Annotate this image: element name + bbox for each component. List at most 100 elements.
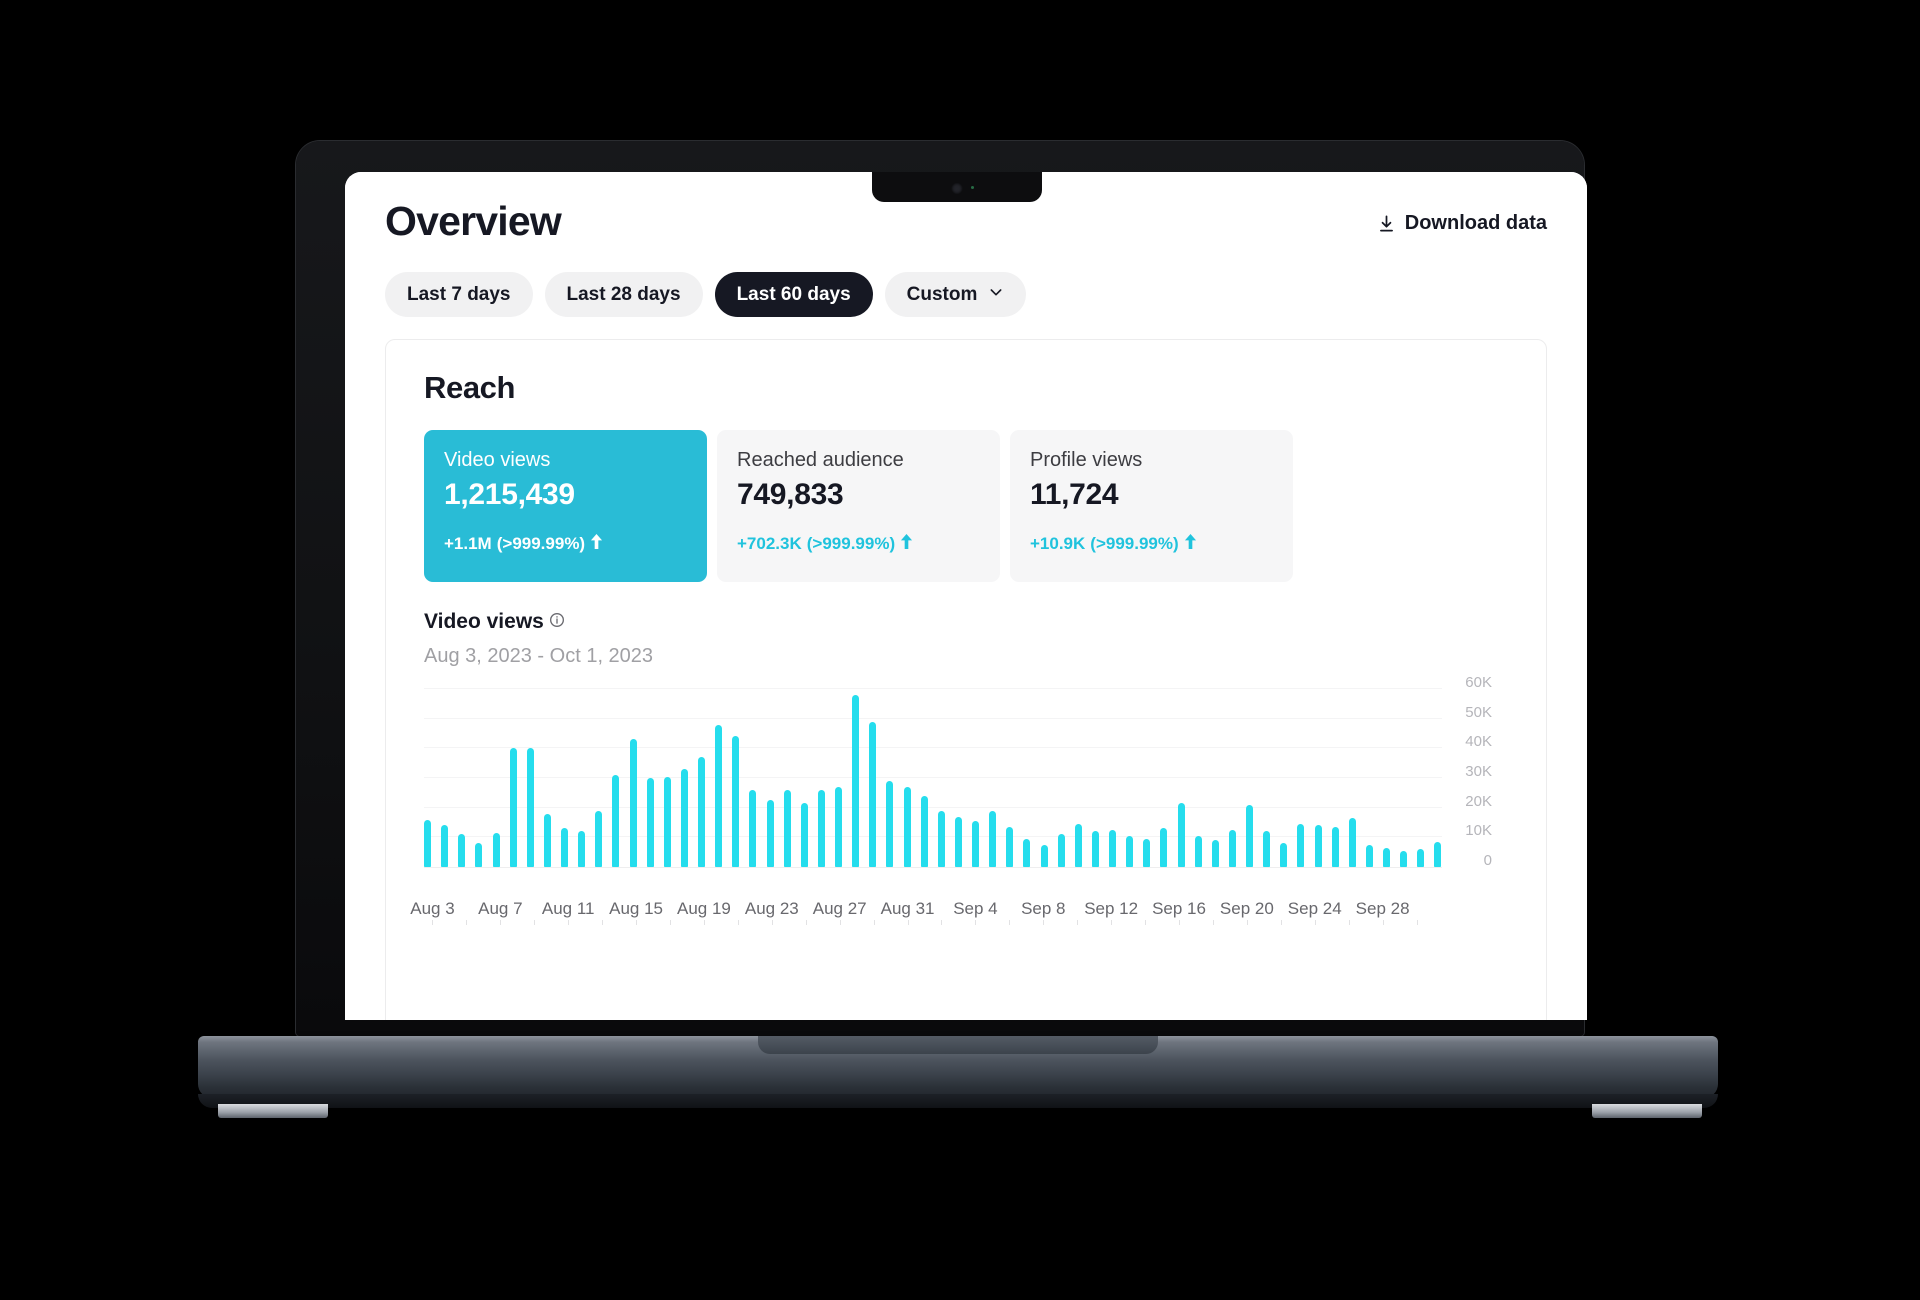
chart-bar[interactable] bbox=[526, 748, 534, 867]
metric-label: Video views bbox=[444, 449, 551, 471]
chart-bar[interactable] bbox=[1023, 838, 1031, 867]
chart-x-tickmark bbox=[1179, 920, 1181, 925]
filter-pill-last-60-days[interactable]: Last 60 days bbox=[714, 272, 873, 317]
filter-pill-custom[interactable]: Custom bbox=[884, 272, 1027, 317]
chart-bar[interactable] bbox=[1040, 844, 1048, 867]
chart-x-axis: Aug 3 Aug 7 Aug 11 Aug 15 Aug 19 Aug 23 Aug 27… bbox=[410, 899, 1508, 925]
download-data-button[interactable]: Download data bbox=[1377, 212, 1547, 235]
chart-bar[interactable] bbox=[903, 786, 911, 867]
chart-x-tickmark bbox=[1280, 920, 1282, 925]
chart-bar[interactable] bbox=[1331, 826, 1339, 867]
chart-plot-area bbox=[424, 688, 1442, 868]
chart-bar[interactable] bbox=[1194, 835, 1202, 867]
chart-bar[interactable] bbox=[509, 748, 517, 867]
chart-bar[interactable] bbox=[441, 825, 449, 867]
chart-bar[interactable] bbox=[1297, 823, 1305, 867]
chart-bar[interactable] bbox=[1263, 831, 1271, 867]
chart-bar[interactable] bbox=[1417, 849, 1425, 867]
page-title: Overview bbox=[385, 198, 562, 244]
chart-bar[interactable] bbox=[749, 789, 757, 867]
chart-bars bbox=[424, 689, 1442, 867]
chart-x-tickmark bbox=[602, 920, 604, 925]
chart-bar[interactable] bbox=[1280, 843, 1288, 867]
filter-pill-label: Last 28 days bbox=[566, 283, 681, 305]
chart-x-tickmark bbox=[839, 920, 841, 925]
chart-bar[interactable] bbox=[612, 775, 620, 867]
info-icon[interactable] bbox=[549, 610, 565, 634]
chart-x-tickmark bbox=[907, 920, 909, 925]
chart-bar[interactable] bbox=[1211, 840, 1219, 867]
laptop-screen: Overview Download data Last 7 days Last bbox=[345, 172, 1587, 1020]
metric-cards: Video views 1,215,439 +1.1M (>999.99%) R… bbox=[424, 430, 1508, 582]
laptop-foot-right bbox=[1592, 1104, 1702, 1118]
chart-bar[interactable] bbox=[1434, 841, 1442, 867]
chart-bar[interactable] bbox=[886, 780, 894, 867]
chart-bar[interactable] bbox=[680, 769, 688, 867]
chart-bar[interactable] bbox=[629, 739, 637, 867]
chart-x-tickmark bbox=[432, 920, 434, 925]
chart-bar[interactable] bbox=[663, 776, 671, 867]
chart-bar[interactable] bbox=[561, 828, 568, 867]
metric-card-video-views[interactable]: Video views 1,215,439 +1.1M (>999.99%) bbox=[424, 430, 707, 582]
chart-bar[interactable] bbox=[783, 789, 791, 867]
date-range-filters: Last 7 days Last 28 days Last 60 days Cu… bbox=[385, 272, 1547, 317]
chart-bar[interactable] bbox=[766, 800, 774, 867]
chart-x-tickmark bbox=[1416, 920, 1418, 925]
chart-bar[interactable] bbox=[543, 813, 551, 867]
chart-bar[interactable] bbox=[817, 789, 825, 867]
chart-y-tick-label: 20K bbox=[1465, 792, 1492, 810]
chart-bar[interactable] bbox=[835, 786, 842, 867]
reach-panel: Reach Video views 1,215,439 +1.1M (>999.… bbox=[385, 339, 1547, 1020]
chart-bar[interactable] bbox=[1177, 803, 1185, 867]
chart-bar[interactable] bbox=[595, 810, 603, 867]
chart-bar[interactable] bbox=[698, 757, 705, 867]
chart-bar[interactable] bbox=[732, 736, 740, 867]
chart-bar[interactable] bbox=[475, 843, 483, 867]
metric-delta: +1.1M (>999.99%) bbox=[444, 533, 687, 554]
chart-y-tick-label: 40K bbox=[1465, 733, 1492, 751]
metric-delta-percent: (>999.99%) bbox=[1090, 533, 1179, 553]
chart-bar[interactable] bbox=[1126, 835, 1134, 867]
chart-bar[interactable] bbox=[424, 819, 431, 867]
metric-value: 749,833 bbox=[737, 478, 844, 511]
chart-y-axis: 0 10K 20K 30K 40K 50K 60K bbox=[1446, 675, 1508, 878]
chart-bar[interactable] bbox=[1314, 825, 1322, 867]
chart-bar[interactable] bbox=[1348, 818, 1356, 867]
video-views-chart: 0 10K 20K 30K 40K 50K 60K bbox=[424, 675, 1508, 890]
chart-bar[interactable] bbox=[1400, 850, 1408, 867]
chart-bar[interactable] bbox=[937, 810, 945, 867]
chart-bar[interactable] bbox=[1143, 838, 1151, 867]
screen-notch bbox=[872, 172, 1042, 202]
filter-pill-last-7-days[interactable]: Last 7 days bbox=[385, 272, 533, 317]
chart-bar[interactable] bbox=[800, 803, 808, 867]
chart-bar[interactable] bbox=[989, 810, 997, 867]
chart-bar[interactable] bbox=[1074, 823, 1082, 867]
chart-bar[interactable] bbox=[715, 724, 723, 867]
chart-bar[interactable] bbox=[1383, 847, 1390, 867]
chart-bar[interactable] bbox=[1160, 828, 1168, 867]
filter-pill-label: Custom bbox=[906, 283, 978, 305]
chart-bar[interactable] bbox=[458, 834, 466, 867]
metric-card-profile-views[interactable]: Profile views 11,724 +10.9K (>999.99%) bbox=[1010, 430, 1293, 582]
chart-bar[interactable] bbox=[1109, 829, 1116, 867]
chart-bar[interactable] bbox=[1057, 834, 1065, 867]
chart-bar[interactable] bbox=[954, 816, 962, 867]
filter-pill-last-28-days[interactable]: Last 28 days bbox=[544, 272, 703, 317]
chart-bar[interactable] bbox=[1246, 804, 1253, 867]
chart-bar[interactable] bbox=[1365, 844, 1373, 867]
metric-card-reached-audience[interactable]: Reached audience 749,833 +702.3K (>999.9… bbox=[717, 430, 1000, 582]
chart-x-tickmark bbox=[1145, 920, 1147, 925]
metric-label: Profile views bbox=[1030, 449, 1143, 471]
chart-bar[interactable] bbox=[1091, 831, 1099, 867]
chart-bar[interactable] bbox=[972, 821, 979, 867]
chart-x-tickmark bbox=[941, 920, 943, 925]
chart-bar[interactable] bbox=[920, 795, 928, 867]
chart-bar[interactable] bbox=[1228, 829, 1236, 867]
chart-bar[interactable] bbox=[1006, 826, 1014, 867]
chart-bar[interactable] bbox=[869, 721, 877, 867]
chart-bar[interactable] bbox=[646, 778, 654, 867]
chart-bar[interactable] bbox=[578, 831, 586, 867]
arrow-up-icon bbox=[590, 533, 603, 554]
chart-bar[interactable] bbox=[492, 832, 500, 867]
chart-bar[interactable] bbox=[852, 694, 860, 867]
